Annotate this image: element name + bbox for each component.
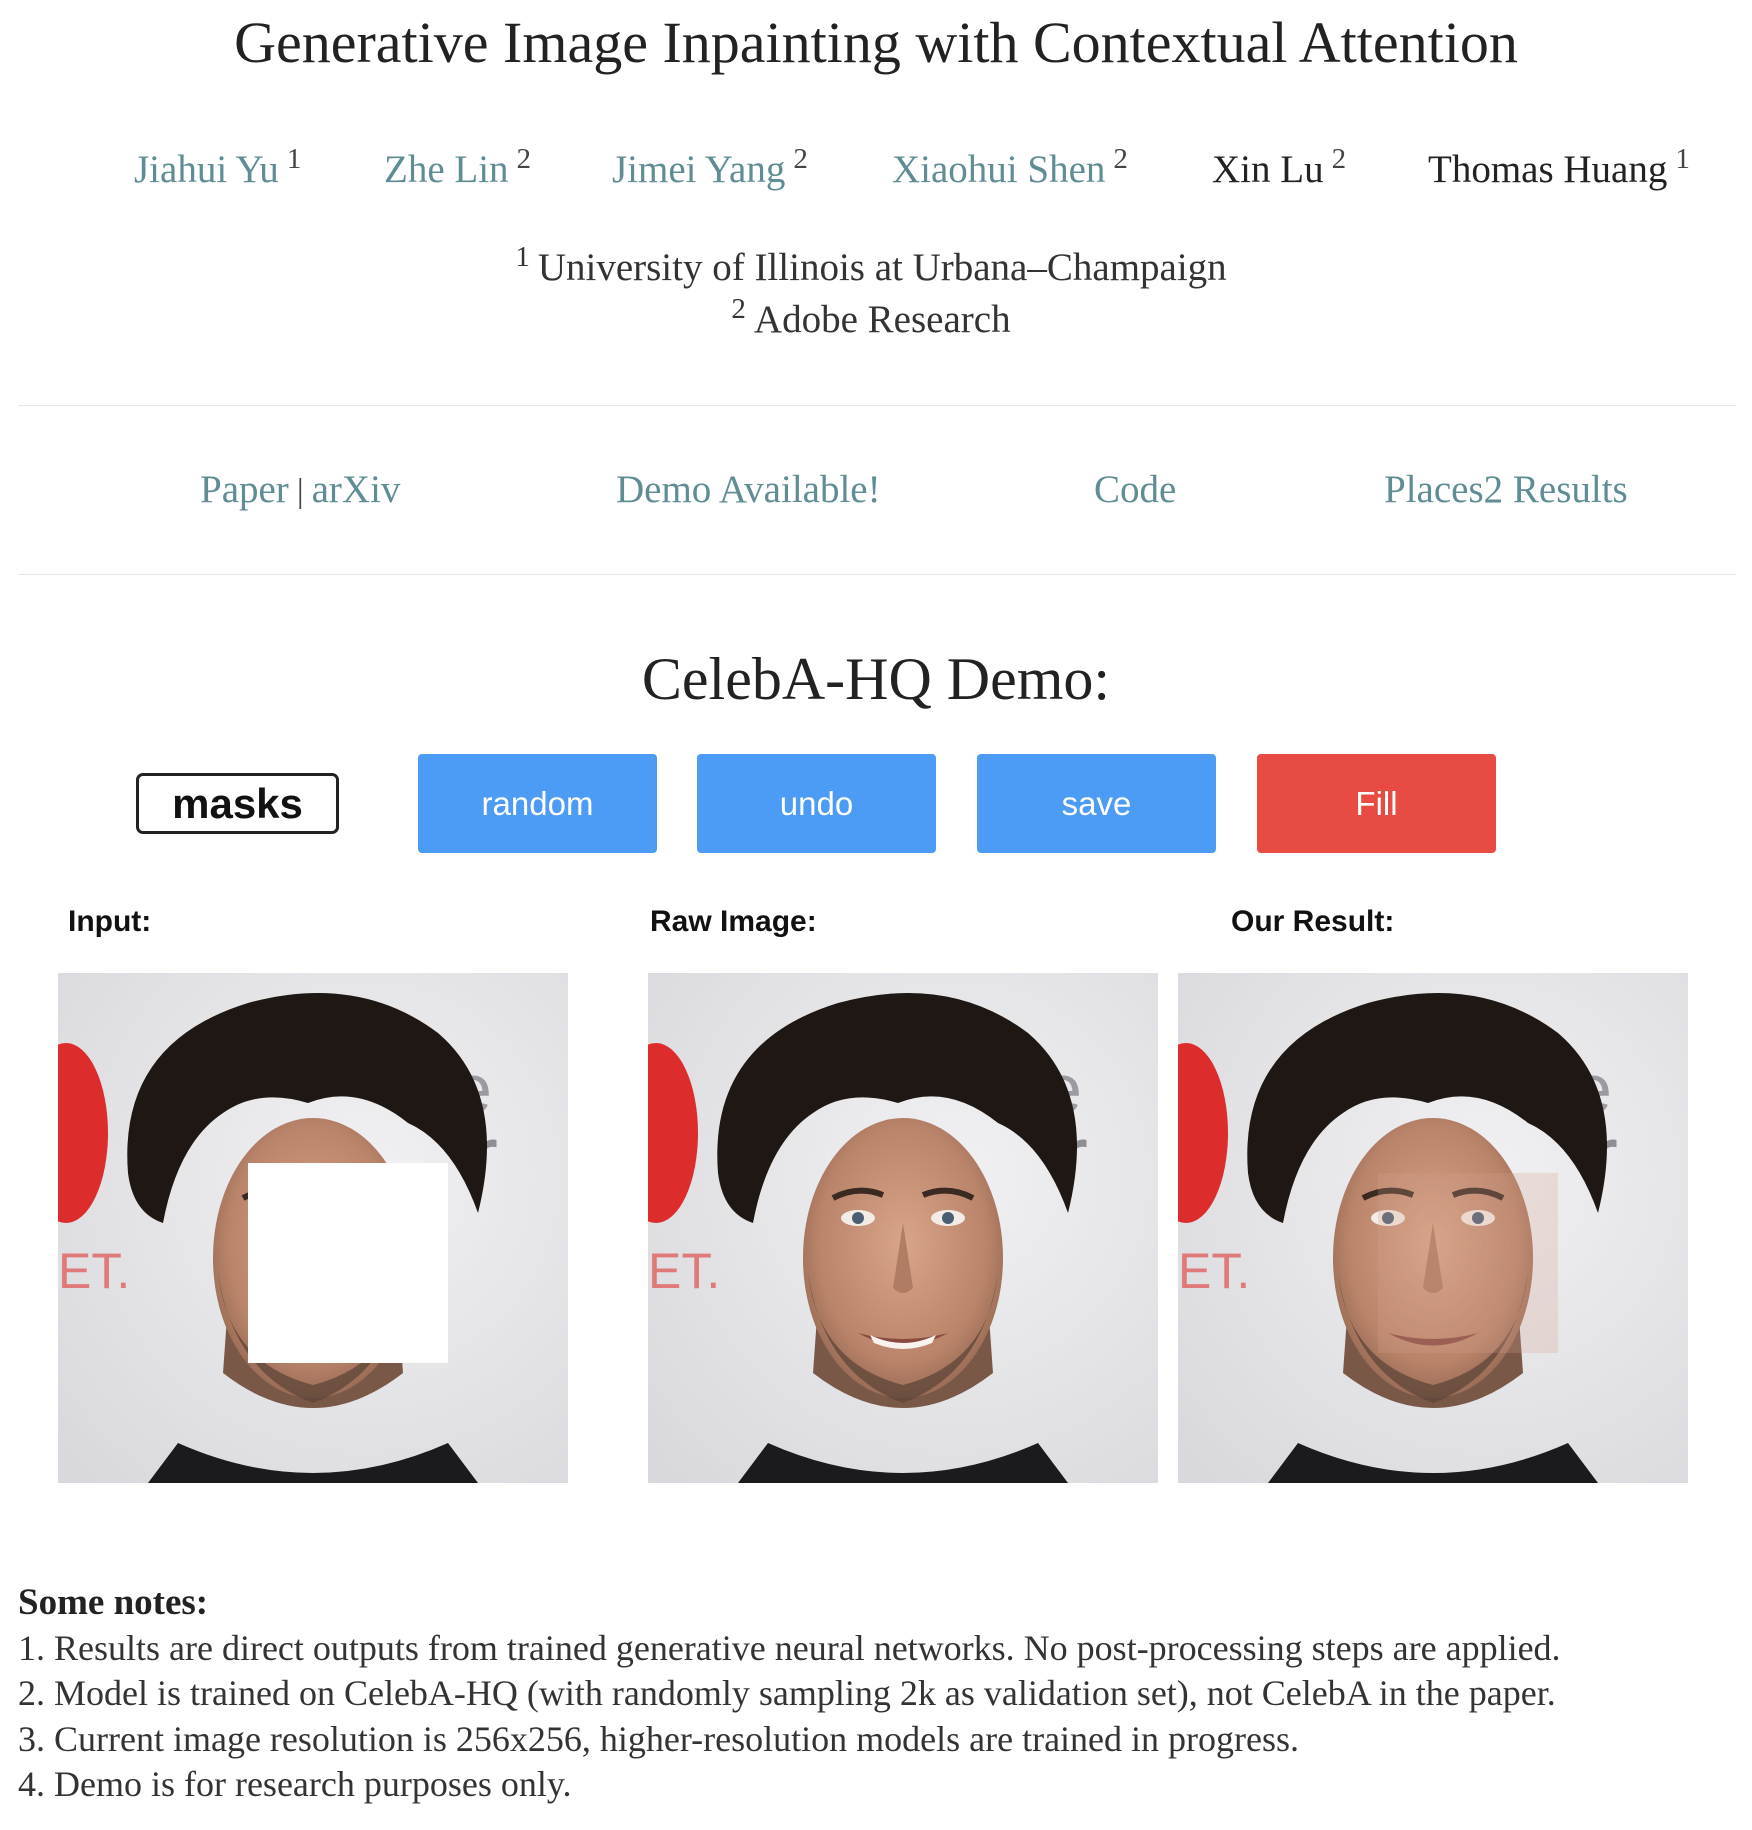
author-xin-lu: Xin Lu 2 [1212, 143, 1347, 197]
author-jimei-yang[interactable]: Jimei Yang 2 [612, 143, 808, 197]
affiliation-uiuc: 1 University of Illinois at Urbana–Champa… [200, 241, 1542, 295]
author-affil-mark: 1 [286, 143, 302, 175]
note-item-2: 2. Model is trained on CelebA-HQ (with r… [18, 1673, 1556, 1713]
note-item-3: 3. Current image resolution is 256x256, … [18, 1719, 1300, 1759]
affiliation-adobe: 2 Adobe Research [200, 293, 1542, 347]
author-name: Xin Lu [1212, 148, 1324, 191]
result-label: Our Result: [1231, 905, 1395, 938]
affil-number: 1 [515, 241, 530, 273]
nav-separator: | [296, 473, 304, 510]
author-name[interactable]: Xiaohui Shen [892, 148, 1105, 191]
nav-places2-link[interactable]: Places2 Results [1384, 466, 1628, 514]
raw-image-label: Raw Image: [650, 905, 817, 938]
fill-button[interactable]: Fill [1257, 754, 1496, 853]
affil-name: University of Illinois at Urbana–Champai… [537, 246, 1227, 289]
page-title: Generative Image Inpainting with Context… [234, 10, 1518, 75]
demo-heading: CelebA-HQ Demo: [641, 646, 1111, 712]
mask-square[interactable] [248, 1163, 448, 1363]
author-affil-mark: 2 [1113, 143, 1128, 175]
divider-top [18, 405, 1736, 406]
author-affil-mark: 2 [516, 143, 532, 175]
author-name[interactable]: Zhe Lin [384, 148, 509, 191]
affil-name: Adobe Research [753, 298, 1011, 341]
author-jiahui-yu[interactable]: Jiahui Yu 1 [134, 143, 302, 197]
nav-code-link[interactable]: Code [1094, 466, 1176, 514]
author-affil-mark: 2 [793, 143, 808, 175]
input-face-illustration [58, 973, 568, 1483]
nav-demo-link[interactable]: Demo Available! [616, 466, 881, 514]
result-face-illustration [1178, 973, 1688, 1483]
notes-heading: Some notes: [18, 1582, 209, 1623]
masks-button[interactable]: masks [136, 773, 339, 834]
nav-paper-group: Paper | arXiv [200, 466, 400, 516]
divider-bottom [18, 574, 1736, 575]
result-image [1178, 973, 1688, 1483]
note-item-4: 4. Demo is for research purposes only. [18, 1764, 572, 1804]
author-name[interactable]: Jiahui Yu [134, 148, 279, 191]
author-zhe-lin[interactable]: Zhe Lin 2 [384, 143, 532, 197]
raw-image [648, 973, 1158, 1483]
note-item-1: 1. Results are direct outputs from train… [18, 1628, 1561, 1668]
undo-button[interactable]: undo [697, 754, 936, 853]
affil-number: 2 [731, 293, 746, 325]
random-button[interactable]: random [418, 754, 657, 853]
nav-paper-link[interactable]: Paper [200, 468, 289, 511]
author-name[interactable]: Jimei Yang [612, 148, 785, 191]
author-affil-mark: 2 [1331, 143, 1347, 175]
raw-face-illustration [648, 973, 1158, 1483]
author-xiaohui-shen[interactable]: Xiaohui Shen 2 [892, 143, 1128, 197]
input-label: Input: [68, 905, 152, 938]
author-name: Thomas Huang [1428, 148, 1668, 191]
nav-arxiv-link[interactable]: arXiv [312, 468, 401, 511]
author-affil-mark: 1 [1675, 143, 1690, 175]
input-image[interactable] [58, 973, 568, 1483]
author-thomas-huang: Thomas Huang 1 [1428, 143, 1690, 197]
save-button[interactable]: save [977, 754, 1216, 853]
